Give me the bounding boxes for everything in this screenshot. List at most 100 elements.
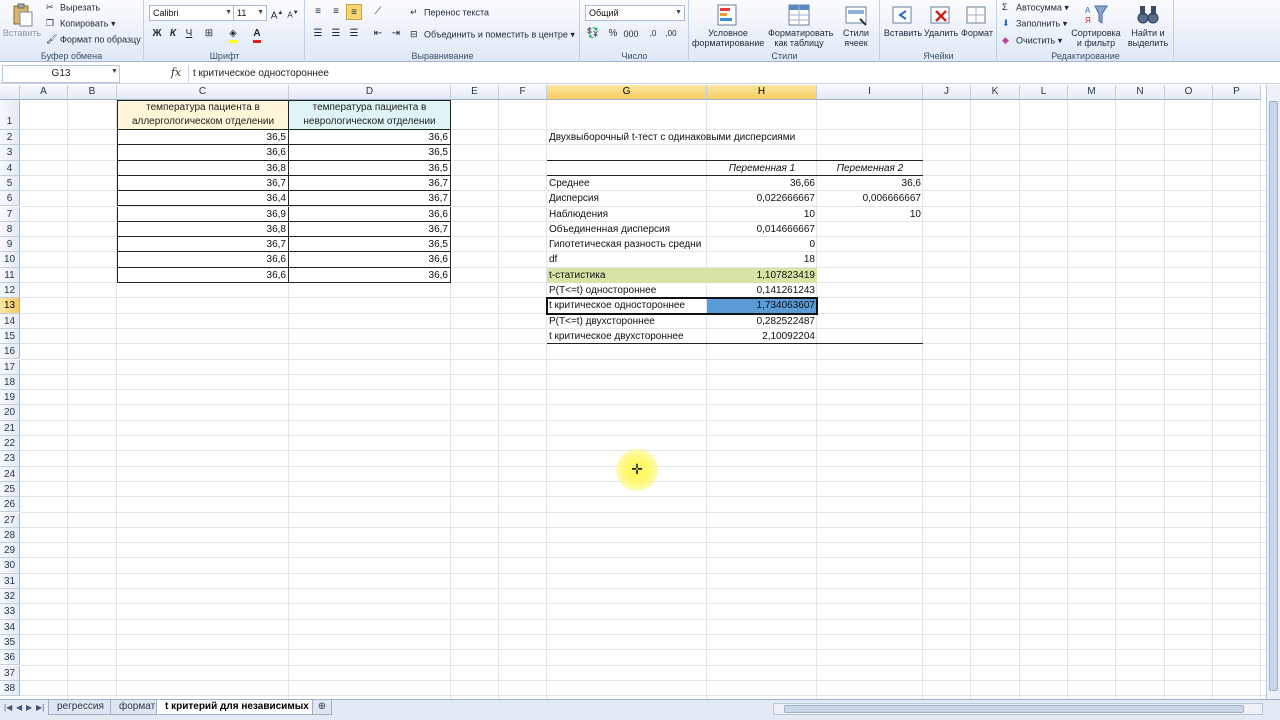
ttest-value-cell[interactable]: 0,014666667 <box>707 222 817 237</box>
sheet-tab-regression[interactable]: регрессия <box>48 700 113 715</box>
row-header-5[interactable]: 5 <box>0 175 20 192</box>
column-header-d[interactable]: D <box>289 85 451 100</box>
first-sheet-icon[interactable]: |◀ <box>4 703 12 712</box>
row-header-4[interactable]: 4 <box>0 160 20 176</box>
horizontal-scrollbar[interactable] <box>773 703 1263 715</box>
ttest-value-cell[interactable]: 2,10092204 <box>707 329 817 344</box>
align-bottom-button[interactable]: ≡ <box>346 4 362 20</box>
copy-button[interactable]: ❐ Копировать ▾ <box>46 18 116 30</box>
percent-button[interactable]: % <box>605 26 621 42</box>
column-header-j[interactable]: J <box>923 85 971 100</box>
table-cell[interactable]: 36,7 <box>289 221 451 238</box>
header-cell-allergology[interactable]: температура пациента в аллергологическом… <box>117 100 289 130</box>
row-header-22[interactable]: 22 <box>0 436 20 452</box>
font-color-button[interactable]: A <box>249 26 265 43</box>
ttest-header-var2[interactable]: Переменная 2 <box>817 161 923 176</box>
ttest-title[interactable]: Двухвыборочный t-тест с одинаковыми дисп… <box>547 130 847 145</box>
ttest-value-cell[interactable]: 36,66 <box>707 176 817 191</box>
formula-input[interactable]: t критическое одностороннее <box>188 65 1266 83</box>
row-header-19[interactable]: 19 <box>0 390 20 406</box>
ttest-value-cell[interactable] <box>817 237 923 252</box>
table-cell[interactable]: 36,5 <box>289 160 451 176</box>
column-header-k[interactable]: K <box>971 85 1020 100</box>
ttest-label-cell[interactable]: t критическое одностороннее <box>547 298 707 313</box>
table-cell[interactable]: 36,6 <box>289 130 451 146</box>
row-header-37[interactable]: 37 <box>0 665 20 681</box>
select-all-corner[interactable] <box>0 85 20 100</box>
align-left-button[interactable]: ☰ <box>310 26 326 42</box>
table-cell[interactable]: 36,7 <box>117 175 289 192</box>
italic-button[interactable]: К <box>165 26 181 42</box>
row-header-21[interactable]: 21 <box>0 420 20 436</box>
column-header-m[interactable]: M <box>1068 85 1116 100</box>
spreadsheet-grid[interactable]: A B C D E F G H I J K L M N O P 1 2 3 4 5 6 7 8 9 10 11 12 13 14 15 16 1… <box>0 85 1266 699</box>
table-cell[interactable]: 36,6 <box>289 252 451 268</box>
column-header-a[interactable]: A <box>20 85 68 100</box>
paste-button[interactable]: Вставить <box>2 0 42 52</box>
borders-button[interactable]: ⊞ <box>201 26 217 42</box>
table-cell[interactable]: 36,5 <box>289 237 451 253</box>
next-sheet-icon[interactable]: ▶ <box>26 703 32 712</box>
ttest-value-cell[interactable] <box>817 268 923 283</box>
align-right-button[interactable]: ☰ <box>346 26 362 42</box>
vertical-scroll-thumb[interactable] <box>1269 101 1278 691</box>
ttest-value-cell[interactable]: 10 <box>707 207 817 222</box>
ttest-value-cell[interactable]: 1,734063607 <box>707 298 817 313</box>
underline-button[interactable]: Ч <box>181 26 197 42</box>
fill-color-button[interactable]: ◈ <box>225 26 241 43</box>
wrap-text-button[interactable]: ↵ Перенос текста <box>410 7 489 19</box>
row-header-15[interactable]: 15 <box>0 328 20 345</box>
find-select-button[interactable]: Найти и выделить <box>1124 0 1172 52</box>
table-cell[interactable]: 36,9 <box>117 206 289 222</box>
table-cell[interactable]: 36,5 <box>117 130 289 146</box>
column-header-p[interactable]: P <box>1213 85 1261 100</box>
column-header-e[interactable]: E <box>451 85 499 100</box>
row-header-33[interactable]: 33 <box>0 604 20 620</box>
row-header-31[interactable]: 31 <box>0 573 20 589</box>
column-header-b[interactable]: B <box>68 85 117 100</box>
ttest-value-cell[interactable]: 18 <box>707 252 817 267</box>
shrink-font-button[interactable]: A▼ <box>285 5 301 21</box>
row-header-14[interactable]: 14 <box>0 313 20 329</box>
row-header-9[interactable]: 9 <box>0 237 20 253</box>
table-cell[interactable]: 36,6 <box>117 145 289 161</box>
row-header-27[interactable]: 27 <box>0 512 20 528</box>
header-cell-neurology[interactable]: температура пациента в неврологическом о… <box>289 100 451 130</box>
font-size-select[interactable]: 11 ▼ <box>233 5 267 21</box>
table-cell[interactable]: 36,4 <box>117 191 289 207</box>
row-header-34[interactable]: 34 <box>0 619 20 635</box>
horizontal-scroll-thumb[interactable] <box>784 705 1244 713</box>
row-header-16[interactable]: 16 <box>0 344 20 360</box>
delete-cells-button[interactable]: Удалить <box>923 0 959 52</box>
ttest-label-cell[interactable]: Наблюдения <box>547 207 707 222</box>
ttest-value-cell[interactable]: 0,006666667 <box>817 191 923 206</box>
ttest-value-cell[interactable] <box>817 222 923 237</box>
orientation-button[interactable]: ⟋ <box>370 4 386 20</box>
vertical-scrollbar[interactable] <box>1266 85 1280 699</box>
table-cell[interactable]: 36,7 <box>289 191 451 207</box>
font-family-select[interactable]: Calibri ▼ <box>149 5 235 21</box>
row-header-7[interactable]: 7 <box>0 206 20 222</box>
number-format-select[interactable]: Общий ▼ <box>585 5 685 21</box>
row-header-13[interactable]: 13 <box>0 298 20 314</box>
ttest-value-cell[interactable] <box>817 298 923 313</box>
table-cell[interactable]: 36,8 <box>117 160 289 176</box>
name-box-chevron-down-icon[interactable]: ▼ <box>111 68 118 75</box>
row-header-6[interactable]: 6 <box>0 191 20 207</box>
row-header-24[interactable]: 24 <box>0 466 20 482</box>
row-header-20[interactable]: 20 <box>0 405 20 421</box>
increase-indent-button[interactable]: ⇥ <box>388 26 404 42</box>
row-header-23[interactable]: 23 <box>0 451 20 467</box>
decrease-indent-button[interactable]: ⇤ <box>370 26 386 42</box>
row-header-29[interactable]: 29 <box>0 543 20 559</box>
merge-center-button[interactable]: ⊟ Объединить и поместить в центре ▾ <box>410 29 575 41</box>
name-box[interactable]: G13 <box>2 65 120 83</box>
conditional-formatting-button[interactable]: Условное форматирование <box>692 0 764 52</box>
row-header-2[interactable]: 2 <box>0 130 20 146</box>
clear-button[interactable]: ◆ Очистить ▾ <box>1002 35 1062 47</box>
format-as-table-button[interactable]: Форматировать как таблицу <box>768 0 833 52</box>
table-cell[interactable]: 36,8 <box>117 221 289 238</box>
thousands-button[interactable]: 000 <box>623 26 639 42</box>
row-header-38[interactable]: 38 <box>0 680 20 697</box>
ttest-label-cell[interactable]: P(T<=t) одностороннее <box>547 283 707 298</box>
